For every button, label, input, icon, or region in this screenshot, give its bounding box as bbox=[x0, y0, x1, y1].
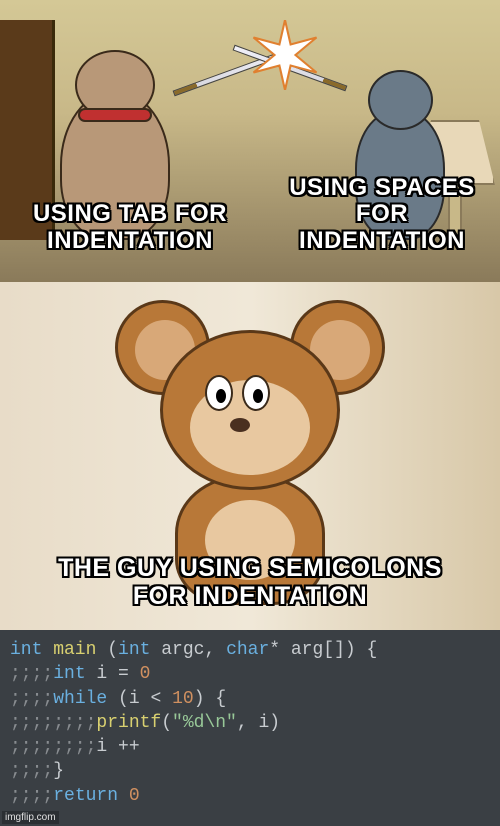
caption-tab: USING TAB FOR INDENTATION bbox=[30, 201, 230, 254]
top-panel-sword-fight: USING TAB FOR INDENTATION USING SPACES F… bbox=[0, 0, 500, 282]
code-line: int main (int argc, char* arg[]) { bbox=[10, 638, 490, 662]
code-panel: int main (int argc, char* arg[]) { ;;;;i… bbox=[0, 630, 500, 826]
code-line: ;;;;while (i < 10) { bbox=[10, 687, 490, 711]
meme-image: USING TAB FOR INDENTATION USING SPACES F… bbox=[0, 0, 500, 826]
code-line: ;;;;;;;;printf("%d\n", i) bbox=[10, 711, 490, 735]
sword-clash-spark-icon bbox=[250, 20, 320, 90]
code-line: ;;;;;;;;i ++ bbox=[10, 735, 490, 759]
middle-panel-jerry: THE GUY USING SEMICOLONS FOR INDENTATION bbox=[0, 282, 500, 630]
caption-semicolons: THE GUY USING SEMICOLONS FOR INDENTATION bbox=[40, 555, 460, 610]
code-line: ;;;;return 0 bbox=[10, 784, 490, 808]
watermark: imgflip.com bbox=[2, 811, 59, 824]
code-line: ;;;;int i = 0 bbox=[10, 662, 490, 686]
caption-spaces: USING SPACES FOR INDENTATION bbox=[282, 175, 482, 254]
code-line: ;;;;} bbox=[10, 759, 490, 783]
